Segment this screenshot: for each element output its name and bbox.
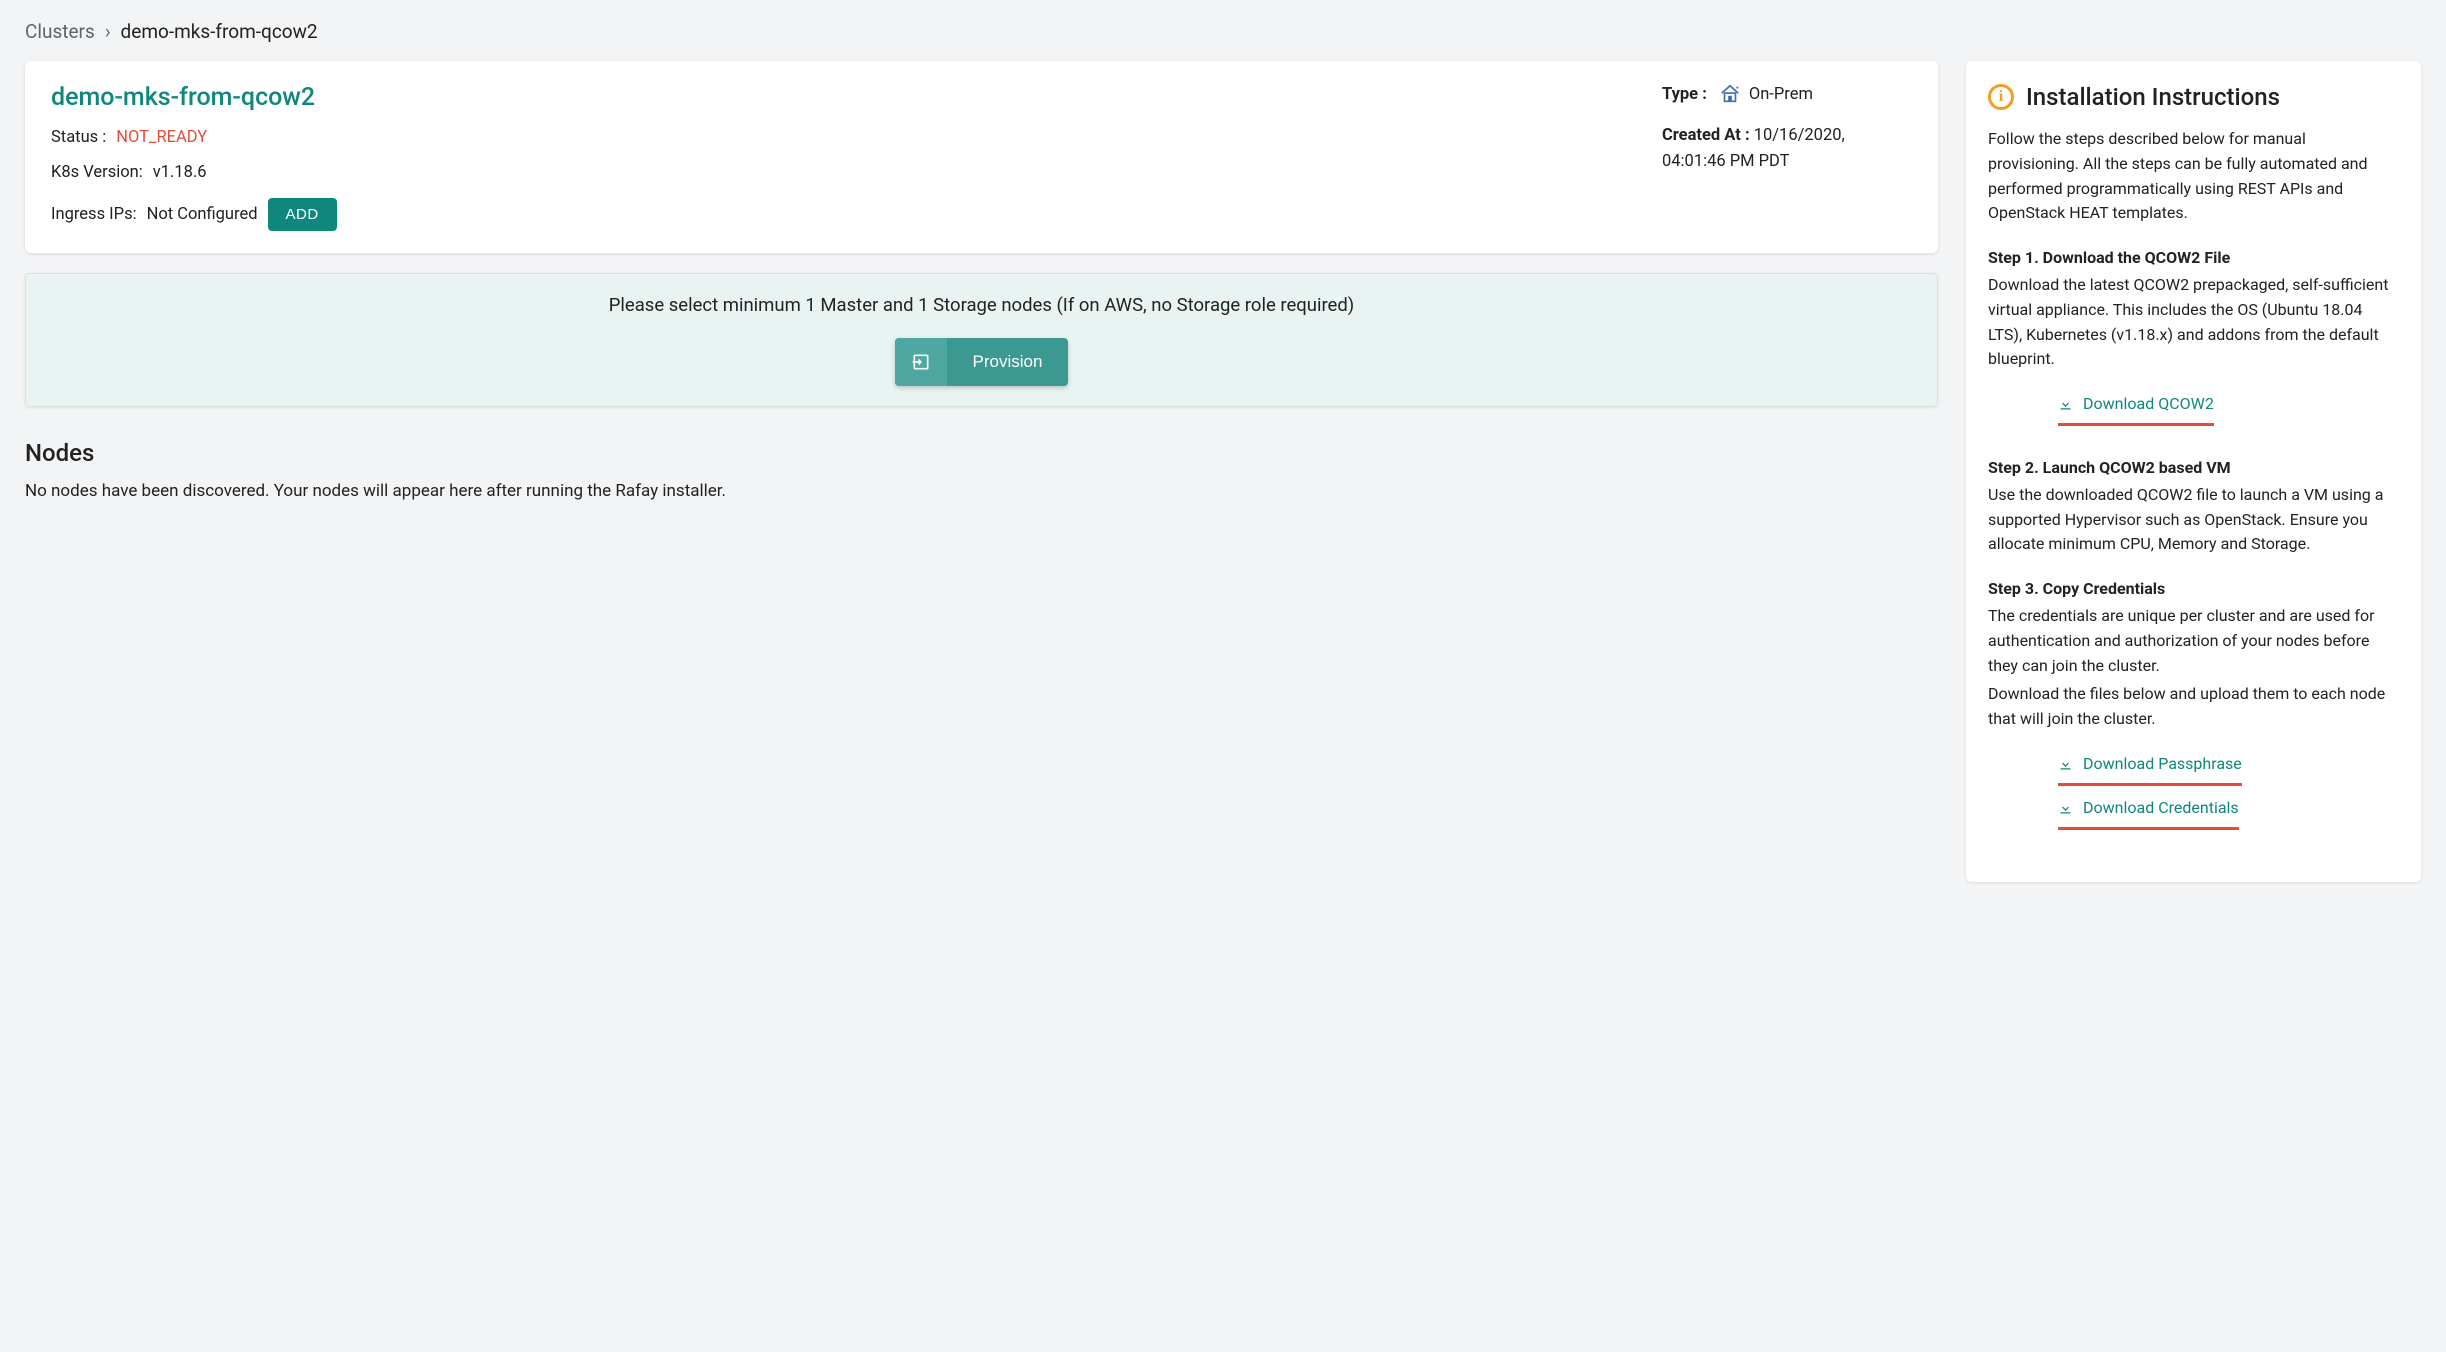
- type-label: Type :: [1662, 85, 1707, 104]
- cluster-summary-card: demo-mks-from-qcow2 Status : NOT_READY K…: [25, 61, 1938, 253]
- status-value: NOT_READY: [116, 128, 207, 147]
- nodes-heading: Nodes: [25, 439, 1938, 467]
- k8s-label: K8s Version:: [51, 163, 143, 182]
- breadcrumb-parent-link[interactable]: Clusters: [25, 20, 95, 43]
- nodes-empty-text: No nodes have been discovered. Your node…: [25, 481, 1938, 501]
- download-passphrase-label: Download Passphrase: [2083, 752, 2242, 777]
- instructions-intro: Follow the steps described below for man…: [1988, 127, 2399, 226]
- breadcrumb: Clusters › demo-mks-from-qcow2: [25, 20, 2421, 43]
- step3-block: Step 3. Copy Credentials The credentials…: [1988, 577, 2399, 678]
- onprem-icon: [1719, 83, 1741, 105]
- download-icon: [2058, 757, 2073, 772]
- status-row: Status : NOT_READY: [51, 128, 1622, 147]
- k8s-value: v1.18.6: [153, 163, 207, 182]
- provision-button[interactable]: Provision: [895, 338, 1069, 386]
- provision-alert: Please select minimum 1 Master and 1 Sto…: [25, 273, 1938, 407]
- download-credentials-label: Download Credentials: [2083, 796, 2239, 821]
- created-row: Created At : 10/16/2020, 04:01:46 PM PDT: [1662, 123, 1912, 176]
- add-ingress-button[interactable]: ADD: [268, 198, 337, 231]
- step1-block: Step 1. Download the QCOW2 File Download…: [1988, 246, 2399, 372]
- step3-title: Step 3. Copy Credentials: [1988, 577, 2399, 602]
- type-value: On-Prem: [1749, 85, 1813, 104]
- k8s-version-row: K8s Version: v1.18.6: [51, 163, 1622, 182]
- download-icon: [2058, 801, 2073, 816]
- breadcrumb-separator: ›: [105, 20, 111, 43]
- step3-body2: Download the files below and upload them…: [1988, 682, 2399, 732]
- ingress-value: Not Configured: [147, 205, 258, 224]
- ingress-row: Ingress IPs: Not Configured ADD: [51, 198, 1622, 231]
- status-label: Status :: [51, 128, 106, 147]
- login-icon: [895, 338, 947, 386]
- type-row: Type : On-Prem: [1662, 83, 1912, 105]
- created-label: Created At :: [1662, 126, 1750, 145]
- provision-button-label: Provision: [947, 338, 1069, 386]
- installation-instructions-panel: i Installation Instructions Follow the s…: [1966, 61, 2421, 882]
- instructions-title: Installation Instructions: [2026, 83, 2280, 111]
- download-qcow2-link[interactable]: Download QCOW2: [2058, 392, 2214, 426]
- step1-title: Step 1. Download the QCOW2 File: [1988, 246, 2399, 271]
- breadcrumb-current: demo-mks-from-qcow2: [121, 20, 318, 43]
- download-passphrase-link[interactable]: Download Passphrase: [2058, 752, 2242, 786]
- step3-body1: The credentials are unique per cluster a…: [1988, 606, 2375, 675]
- cluster-title: demo-mks-from-qcow2: [51, 83, 1622, 112]
- alert-message: Please select minimum 1 Master and 1 Sto…: [46, 294, 1917, 316]
- ingress-label: Ingress IPs:: [51, 205, 137, 224]
- download-credentials-link[interactable]: Download Credentials: [2058, 796, 2239, 830]
- info-icon: i: [1988, 84, 2014, 110]
- step1-body: Download the latest QCOW2 prepackaged, s…: [1988, 275, 2388, 368]
- download-qcow2-label: Download QCOW2: [2083, 392, 2214, 417]
- step2-block: Step 2. Launch QCOW2 based VM Use the do…: [1988, 456, 2399, 557]
- download-icon: [2058, 397, 2073, 412]
- step2-title: Step 2. Launch QCOW2 based VM: [1988, 456, 2399, 481]
- step2-body: Use the downloaded QCOW2 file to launch …: [1988, 485, 2383, 554]
